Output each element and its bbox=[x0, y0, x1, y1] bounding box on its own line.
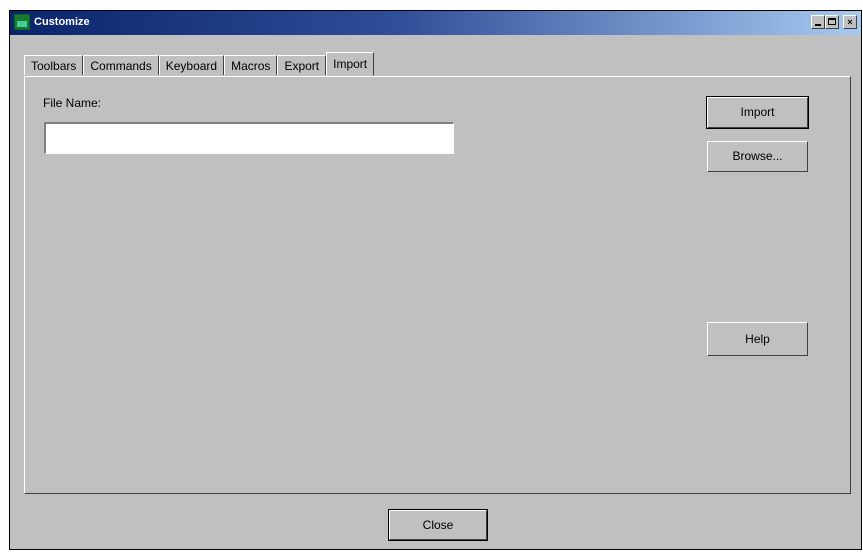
tab-toolbars[interactable]: Toolbars bbox=[24, 55, 84, 75]
maximize-button[interactable] bbox=[825, 15, 839, 29]
tab-keyboard[interactable]: Keyboard bbox=[158, 55, 225, 75]
file-name-input[interactable] bbox=[44, 122, 454, 154]
window-title: Customize bbox=[34, 16, 90, 28]
import-button[interactable]: Import bbox=[706, 96, 809, 129]
tab-export[interactable]: Export bbox=[277, 55, 327, 75]
minimize-icon bbox=[815, 24, 821, 26]
close-icon: × bbox=[847, 17, 853, 27]
browse-button[interactable]: Browse... bbox=[707, 141, 808, 172]
tab-strip: Toolbars Commands Keyboard Macros Export… bbox=[24, 52, 375, 76]
tab-commands[interactable]: Commands bbox=[83, 55, 159, 75]
close-button[interactable]: Close bbox=[388, 509, 488, 541]
app-icon bbox=[14, 14, 30, 30]
tab-import[interactable]: Import bbox=[326, 52, 375, 76]
close-window-button[interactable]: × bbox=[843, 15, 857, 29]
help-button[interactable]: Help bbox=[707, 322, 808, 356]
minimize-button[interactable] bbox=[811, 15, 825, 29]
tab-macros[interactable]: Macros bbox=[224, 55, 278, 75]
maximize-icon bbox=[828, 18, 836, 25]
file-name-label: File Name: bbox=[43, 96, 102, 110]
title-bar[interactable]: Customize × bbox=[10, 11, 861, 35]
